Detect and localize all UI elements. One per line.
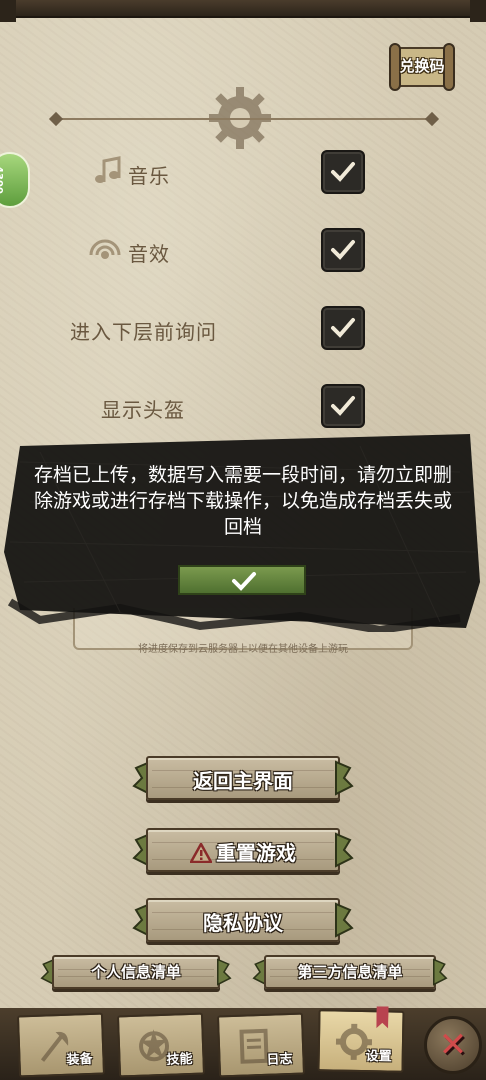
music-note-icon <box>95 156 121 183</box>
third-party-info-list-button[interactable]: 第三方信息清单 <box>250 955 450 989</box>
redeem-code-button[interactable]: 兑换码 <box>386 38 458 98</box>
checkmark-icon <box>331 240 355 260</box>
tab-settings[interactable]: 设置 <box>317 1006 405 1073</box>
frame-corner <box>470 0 486 22</box>
setting-label-music: 音乐 <box>128 164 170 188</box>
setting-label-show-helmet: 显示头盔 <box>101 398 185 422</box>
reset-game-label: 重置游戏 <box>216 841 296 865</box>
setting-label-ask-before-descend: 进入下层前询问 <box>70 320 217 344</box>
top-frame <box>0 0 486 18</box>
active-tab-ribbon <box>376 1006 388 1028</box>
tab-equipment-label: 装备 <box>66 1051 93 1068</box>
frame-corner <box>0 0 16 22</box>
dialog-confirm-button[interactable] <box>178 565 306 595</box>
setting-label-sfx: 音效 <box>128 242 170 266</box>
cloud-save-hint: 将进度保存到云服务器上以便在其他设备上游玩 <box>138 644 348 655</box>
sfx-checkbox[interactable] <box>321 228 365 272</box>
section-divider <box>48 111 440 127</box>
return-main-menu-button[interactable]: 返回主界面 <box>132 756 354 800</box>
tab-equipment[interactable]: 装备 <box>16 1012 106 1078</box>
close-button[interactable]: ✕ <box>424 1016 482 1074</box>
third-party-info-list-label: 第三方信息清单 <box>297 963 403 981</box>
tab-skills[interactable]: 技能 <box>116 1012 206 1078</box>
sound-wave-icon <box>89 239 121 259</box>
checkmark-icon <box>331 396 355 416</box>
show-helmet-checkbox[interactable] <box>321 384 365 428</box>
music-checkbox[interactable] <box>321 150 365 194</box>
tab-journal[interactable]: 日志 <box>216 1012 306 1078</box>
warning-icon <box>190 843 212 863</box>
side-event-tab[interactable]: 4300 <box>0 152 30 208</box>
ask-before-descend-checkbox[interactable] <box>321 306 365 350</box>
side-tab-label: 4300 <box>0 166 4 194</box>
privacy-policy-label: 隐私协议 <box>203 911 283 935</box>
privacy-policy-button[interactable]: 隐私协议 <box>132 898 354 942</box>
tab-settings-label: 设置 <box>365 1049 392 1065</box>
tab-journal-label: 日志 <box>266 1051 293 1068</box>
dialog-message: 存档已上传，数据写入需要一段时间，请勿立即删除游戏或进行存档下载操作，以免造成存… <box>33 464 452 538</box>
personal-info-list-button[interactable]: 个人信息清单 <box>38 955 234 989</box>
checkmark-icon <box>331 162 355 182</box>
personal-info-list-label: 个人信息清单 <box>90 963 181 981</box>
tab-skills-label: 技能 <box>166 1051 193 1068</box>
checkmark-icon <box>331 318 355 338</box>
redeem-code-label: 兑换码 <box>399 57 445 75</box>
checkmark-icon <box>232 572 256 591</box>
close-icon: ✕ <box>438 1025 468 1065</box>
reset-game-button[interactable]: 重置游戏 <box>132 828 354 872</box>
return-main-menu-label: 返回主界面 <box>193 769 293 793</box>
